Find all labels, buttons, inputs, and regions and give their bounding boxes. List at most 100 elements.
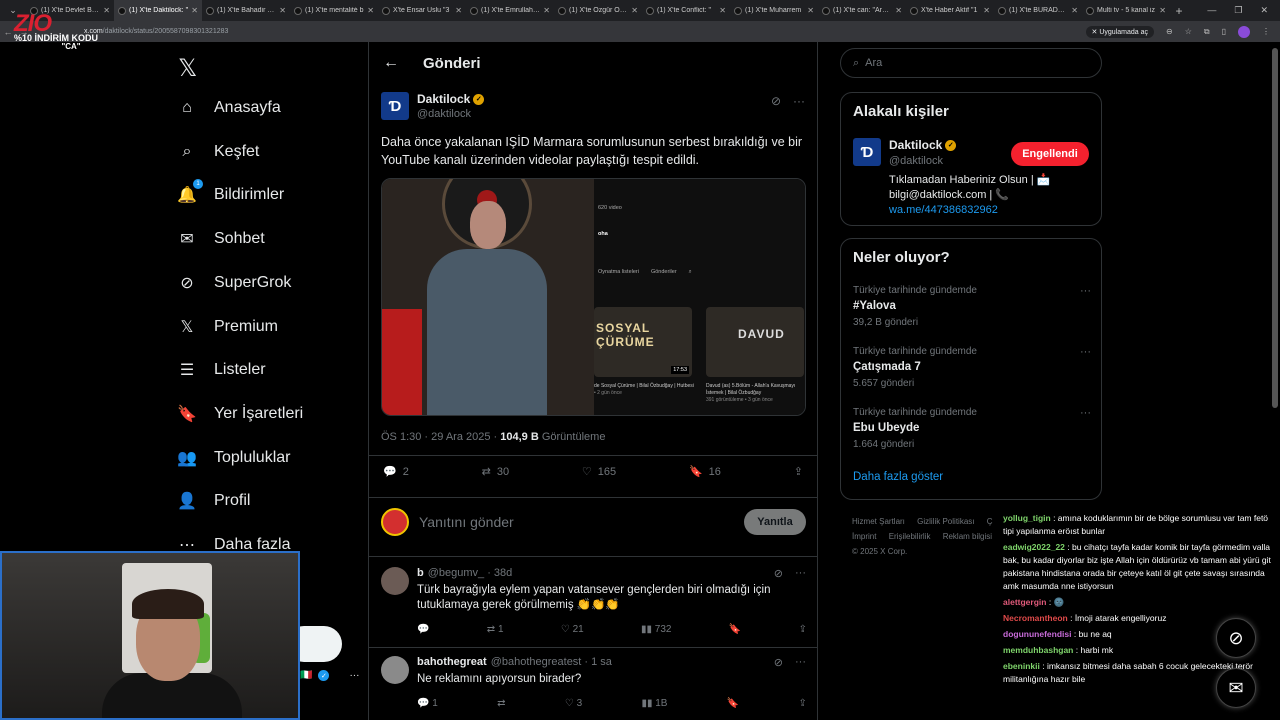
related-avatar[interactable]: Ɗ bbox=[853, 138, 881, 166]
tab-close-icon[interactable]: ✕ bbox=[807, 6, 814, 15]
tab-close-icon[interactable]: ✕ bbox=[191, 6, 198, 15]
footer-link[interactable]: Gizlilik Politikası bbox=[917, 517, 974, 526]
account-switcher[interactable]: 🇮🇹 ✓ ··· bbox=[300, 670, 359, 681]
user-avatar[interactable] bbox=[381, 508, 409, 536]
url-field[interactable]: x.com/daktilock/status/20055870983013212… bbox=[84, 28, 1086, 35]
comment-avatar[interactable] bbox=[381, 567, 409, 595]
browser-tab[interactable]: (1) X'te Conflict: " ✕ bbox=[642, 0, 730, 21]
related-link[interactable]: wa.me/447386832962 bbox=[889, 204, 998, 216]
bookmark-action[interactable]: 🔖 16 bbox=[689, 465, 721, 479]
related-handle[interactable]: @daktilock bbox=[889, 155, 943, 167]
share-icon[interactable]: ⇪ bbox=[794, 465, 803, 478]
browser-tab[interactable]: Multi tv - 5 kanal iz ✕ bbox=[1082, 0, 1170, 21]
browser-tab[interactable]: (1) X'te Bahadir Teki ✕ bbox=[202, 0, 290, 21]
views-action[interactable]: ▮▮ 732 bbox=[641, 624, 671, 635]
post-media[interactable]: 620 video oha Oynatma listeleri Gönderil… bbox=[381, 178, 806, 416]
tab-close-icon[interactable]: ✕ bbox=[367, 6, 374, 15]
zoom-icon[interactable]: ⊖ bbox=[1166, 27, 1173, 36]
tab-close-icon[interactable]: ✕ bbox=[279, 6, 286, 15]
nav-item-3[interactable]: 🔔 1 Bildirimler bbox=[176, 175, 284, 215]
repost-action[interactable]: ⇄ 1 bbox=[487, 624, 504, 635]
close-window-icon[interactable]: ✕ bbox=[1260, 5, 1268, 16]
nav-item-8[interactable]: 🔖 Yer İşaretleri bbox=[176, 394, 303, 434]
bookmark-icon[interactable]: 🔖 bbox=[729, 624, 741, 635]
tab-close-icon[interactable]: ✕ bbox=[631, 6, 638, 15]
reply-input[interactable]: Yanıtını gönder bbox=[419, 514, 514, 530]
browser-tab[interactable]: X'te Ensar Uslu "3 ✕ bbox=[378, 0, 466, 21]
grok-icon[interactable]: ⊘ bbox=[774, 656, 783, 669]
blocked-button[interactable]: Engellendi bbox=[1011, 142, 1089, 166]
nav-item-1[interactable]: ⌂ Anasayfa bbox=[176, 88, 281, 128]
more-options-icon[interactable]: ··· bbox=[793, 94, 805, 108]
like-action[interactable]: ♡ 3 bbox=[565, 698, 582, 709]
related-name[interactable]: Daktilock bbox=[889, 138, 942, 152]
share-icon[interactable]: ⇪ bbox=[799, 624, 807, 635]
browser-tab[interactable]: (1) X'te Emrullah Er ✕ bbox=[466, 0, 554, 21]
nav-item-5[interactable]: ⊘ SuperGrok bbox=[176, 263, 291, 303]
footer-link[interactable]: Erişilebilirlik bbox=[889, 532, 931, 541]
open-in-app-chip[interactable]: ✕ Uygulamada aç bbox=[1085, 25, 1154, 38]
more-options-icon[interactable]: ··· bbox=[795, 656, 806, 669]
browser-tab[interactable]: (1) X'te can: "Arkad ✕ bbox=[818, 0, 906, 21]
reply-action[interactable]: 💬 2 bbox=[383, 465, 409, 479]
browser-tab[interactable]: (1) X'te Muharrem ✕ bbox=[730, 0, 818, 21]
bookmark-icon[interactable]: 🔖 bbox=[727, 698, 739, 709]
show-more-link[interactable]: Daha fazla göster bbox=[853, 471, 943, 483]
media-screenshot-channel[interactable]: 620 video oha Oynatma listeleri Gönderil… bbox=[594, 179, 805, 415]
comment-avatar[interactable] bbox=[381, 656, 409, 684]
browser-tab[interactable]: (1) X'te BURADA W ✕ bbox=[994, 0, 1082, 21]
back-arrow-icon[interactable]: ← bbox=[383, 54, 399, 72]
tab-close-icon[interactable]: ✕ bbox=[103, 6, 110, 15]
star-icon[interactable]: ☆ bbox=[1185, 27, 1192, 36]
share-icon[interactable]: ⇪ bbox=[799, 698, 807, 709]
browser-tab[interactable]: (1) X'te Özgür Özel ✕ bbox=[554, 0, 642, 21]
grok-icon[interactable]: ⊘ bbox=[774, 567, 783, 580]
comment-item[interactable]: b @begumv_ · 38d ⊘ ··· Türk bayrağıyla eyl… bbox=[381, 567, 807, 657]
like-action[interactable]: ♡ 21 bbox=[561, 624, 584, 635]
repost-action[interactable]: ⇄ bbox=[497, 698, 505, 709]
tab-close-icon[interactable]: ✕ bbox=[1071, 6, 1078, 15]
nav-item-9[interactable]: 👥 Topluluklar bbox=[176, 438, 290, 478]
reply-button[interactable]: Yanıtla bbox=[744, 509, 806, 535]
reply-action[interactable]: 💬 1 bbox=[417, 698, 438, 709]
sidebar-icon[interactable]: ▯ bbox=[1222, 27, 1226, 36]
menu-icon[interactable]: ⋮ bbox=[1262, 27, 1270, 36]
author-handle[interactable]: @daktilock bbox=[417, 108, 484, 120]
messages-fab-icon[interactable]: ✉ bbox=[1216, 668, 1256, 708]
browser-tab[interactable]: X'te Haber Aktif "1 ✕ bbox=[906, 0, 994, 21]
browser-tab[interactable]: (1) X'te mentalité b ✕ bbox=[290, 0, 378, 21]
footer-link[interactable]: İmprint bbox=[852, 532, 876, 541]
more-options-icon[interactable]: ··· bbox=[1080, 285, 1091, 297]
comment-author[interactable]: bahothegreat bbox=[417, 656, 487, 668]
trend-item[interactable]: Türkiye tarihinde gündemde Çatışmada 7 5… bbox=[853, 346, 1091, 389]
comment-author[interactable]: b bbox=[417, 567, 424, 579]
tab-close-icon[interactable]: ✕ bbox=[1159, 6, 1166, 15]
browser-tab[interactable]: (1) X'te Daktilock: " ✕ bbox=[114, 0, 202, 21]
profile-avatar[interactable] bbox=[1238, 25, 1250, 38]
footer-link[interactable]: Reklam bilgisi bbox=[943, 532, 992, 541]
more-options-icon[interactable]: ··· bbox=[349, 670, 359, 681]
minimize-icon[interactable]: — bbox=[1207, 5, 1216, 16]
comment-item[interactable]: bahothegreat @bahothegreatest · 1 sa ⊘ ···… bbox=[381, 656, 807, 720]
nav-item-4[interactable]: ✉ Sohbet bbox=[176, 219, 264, 259]
scrollbar[interactable] bbox=[1272, 48, 1278, 408]
tab-close-icon[interactable]: ✕ bbox=[895, 6, 902, 15]
nav-item-2[interactable]: ⌕ Keşfet bbox=[176, 132, 260, 172]
extensions-icon[interactable]: ⧉ bbox=[1204, 27, 1210, 37]
tab-close-icon[interactable]: ✕ bbox=[455, 6, 462, 15]
repost-action[interactable]: ⇄ 30 bbox=[482, 465, 509, 479]
nav-item-6[interactable]: 𝕏 Premium bbox=[176, 307, 278, 347]
reply-action[interactable]: 💬 bbox=[417, 624, 429, 635]
tab-close-icon[interactable]: ✕ bbox=[543, 6, 550, 15]
tab-close-icon[interactable]: ✕ bbox=[719, 6, 726, 15]
new-tab-button[interactable]: + bbox=[1170, 4, 1188, 18]
more-options-icon[interactable]: ··· bbox=[795, 567, 806, 580]
maximize-icon[interactable]: ❐ bbox=[1234, 5, 1242, 16]
author-name[interactable]: Daktilock bbox=[417, 92, 470, 106]
more-options-icon[interactable]: ··· bbox=[1080, 346, 1091, 358]
views-action[interactable]: ▮▮ 1B bbox=[641, 698, 667, 709]
grok-icon[interactable]: ⊘ bbox=[771, 94, 781, 108]
post-author[interactable]: Ɗ Daktilock ✓ @daktilock bbox=[381, 92, 485, 120]
search-input[interactable]: ⌕ Ara bbox=[840, 48, 1102, 78]
footer-link[interactable]: Hizmet Şartları bbox=[852, 517, 905, 526]
